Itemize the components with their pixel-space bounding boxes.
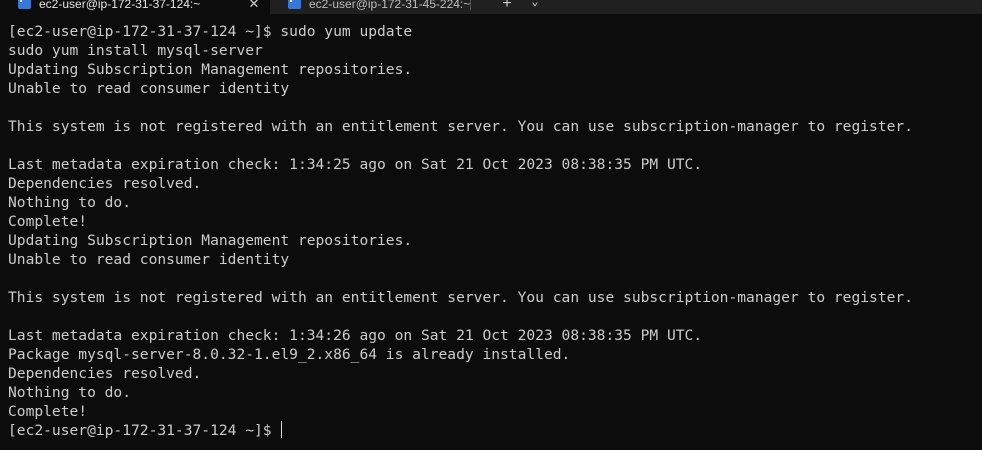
terminal-line: This system is not registered with an en…: [8, 289, 913, 306]
terminal-line: Last metadata expiration check: 1:34:26 …: [8, 327, 703, 344]
terminal-line: Nothing to do.: [8, 194, 132, 211]
shell-prompt: [ec2-user@ip-172-31-37-124 ~]$: [8, 422, 281, 439]
terminal-line: Dependencies resolved.: [8, 365, 202, 382]
tab-bar: ec2-user@ip-172-31-37-124:~ ✕ ec2-user@i…: [0, 0, 982, 14]
terminal-line: [ec2-user@ip-172-31-37-124 ~]$ sudo yum …: [8, 23, 413, 40]
terminal-icon: [18, 0, 31, 9]
tab-label: ec2-user@ip-172-31-45-224:~: [309, 0, 470, 11]
terminal-line: Last metadata expiration check: 1:34:25 …: [8, 156, 703, 173]
close-icon[interactable]: ✕: [246, 0, 262, 12]
terminal-line: Nothing to do.: [8, 384, 132, 401]
text-cursor: [281, 421, 283, 438]
tab-label: ec2-user@ip-172-31-37-124:~: [39, 0, 201, 11]
terminal-line: Updating Subscription Management reposit…: [8, 232, 413, 249]
tab-ec2-user-37-124[interactable]: ec2-user@ip-172-31-37-124:~ ✕: [0, 0, 270, 14]
terminal-line: This system is not registered with an en…: [8, 118, 913, 135]
terminal-line: sudo yum install mysql-server: [8, 42, 263, 59]
terminal-line: Unable to read consumer identity: [8, 80, 290, 97]
chevron-down-icon[interactable]: ⌄: [527, 0, 543, 12]
terminal-line: Unable to read consumer identity: [8, 251, 290, 268]
tab-divider: [470, 0, 471, 10]
terminal-line: Complete!: [8, 403, 88, 420]
terminal-line: Updating Subscription Management reposit…: [8, 61, 413, 78]
terminal-line: Dependencies resolved.: [8, 175, 202, 192]
terminal-line: Complete!: [8, 213, 88, 230]
terminal-output[interactable]: [ec2-user@ip-172-31-37-124 ~]$ sudo yum …: [8, 22, 982, 450]
terminal-icon: [288, 0, 301, 9]
tab-ec2-user-45-224[interactable]: ec2-user@ip-172-31-45-224:~: [270, 0, 470, 14]
prompt-line[interactable]: [ec2-user@ip-172-31-37-124 ~]$: [8, 421, 982, 440]
new-tab-button[interactable]: +: [498, 0, 516, 13]
terminal-line: Package mysql-server-8.0.32-1.el9_2.x86_…: [8, 346, 571, 363]
